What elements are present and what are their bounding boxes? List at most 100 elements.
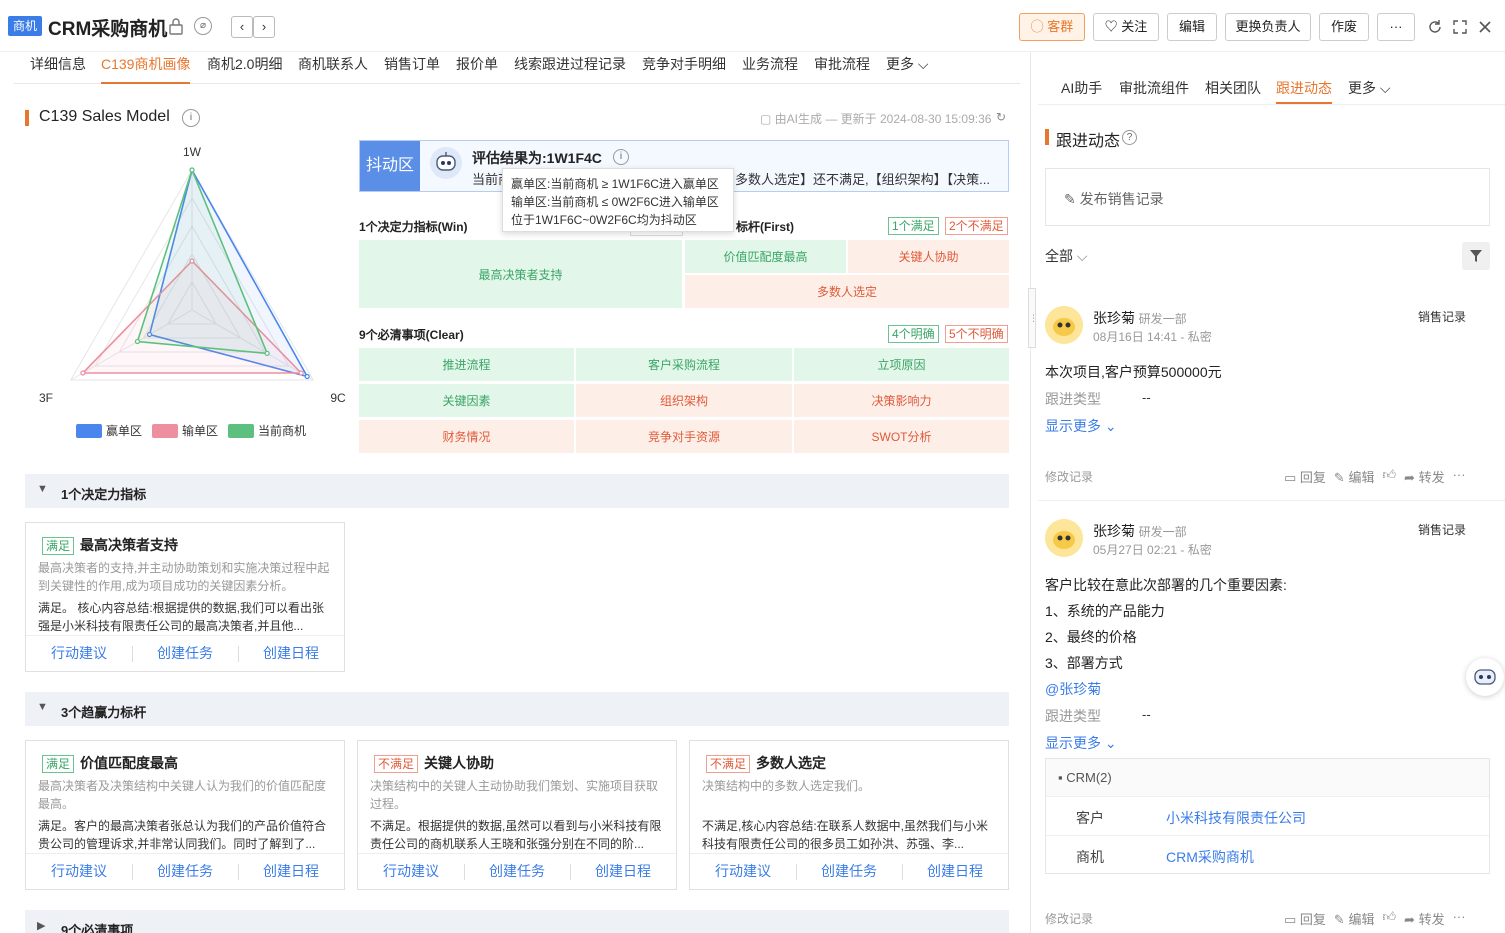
lock-icon[interactable] [168,17,184,35]
filter-icon[interactable] [1462,242,1490,270]
tab-sales-orders[interactable]: 销售订单 [384,52,440,84]
tab-business-flow[interactable]: 业务流程 [742,52,798,84]
tab-quotes[interactable]: 报价单 [456,52,498,84]
info-icon[interactable]: i [182,109,200,127]
tab-approval-flow[interactable]: 审批流程 [814,52,870,84]
clear-cell[interactable]: 立项原因 [794,348,1009,381]
section-accent [25,110,29,126]
edit-log-link[interactable]: 修改记录 [1045,468,1093,485]
first-cell[interactable]: 多数人选定 [685,275,1009,308]
ai-assistant-bubble-icon[interactable] [1466,658,1504,696]
clear-cell[interactable]: 推进流程 [359,348,574,381]
tab-lead-records[interactable]: 线索跟进过程记录 [514,52,626,84]
resize-handle[interactable]: ⋮ [1028,288,1038,348]
more-icon[interactable]: ··· [1453,909,1466,928]
field-value: -- [1142,390,1151,405]
edit-log-link[interactable]: 修改记录 [1045,910,1093,927]
reply-button[interactable]: ▭ 回复 [1284,909,1326,928]
radar-axis-label: 1W [183,145,202,159]
more-actions-button[interactable]: ··· [1377,13,1415,41]
mention-link[interactable]: @张珍菊 [1045,679,1101,699]
clear-cell[interactable]: 关键因素 [359,384,574,417]
create-task-button[interactable]: 创建任务 [132,636,238,672]
help-icon[interactable]: ? [1122,130,1137,145]
forward-button[interactable]: ➦ 转发 [1404,467,1445,486]
refresh-ai-icon[interactable]: ↻ [996,110,1006,124]
next-record-button[interactable]: › [253,16,275,38]
show-more-link[interactable]: 显示更多 ⌄ [1045,733,1117,753]
clear-cell[interactable]: 财务情况 [359,420,574,453]
create-schedule-button[interactable]: 创建日程 [902,854,1008,890]
create-schedule-button[interactable]: 创建日程 [238,854,344,890]
refresh-icon[interactable] [1427,19,1443,35]
change-owner-button[interactable]: 更换负责人 [1225,13,1311,41]
show-more-link[interactable]: 显示更多 ⌄ [1045,416,1117,436]
close-icon[interactable] [1477,19,1493,35]
tab-opportunity-detail[interactable]: 商机2.0明细 [207,52,282,84]
create-schedule-button[interactable]: 创建日程 [570,854,676,890]
more-icon[interactable]: ··· [1453,467,1466,486]
status-tag: 不满足 [374,755,419,773]
legend-swatch-win [76,423,102,438]
crm-key: 商机 [1076,849,1104,865]
comment-icon: ▭ [1284,470,1300,485]
page-title: CRM采购商机 [48,19,168,40]
create-task-button[interactable]: 创建任务 [464,854,570,890]
feed-text: 客户比较在意此次部署的几个重要因素: [1045,577,1287,593]
right-tab-team[interactable]: 相关团队 [1205,78,1261,98]
chevron-down-icon: ⌄ [1104,735,1117,751]
post-record-label: ✎ 发布销售记录 [1064,191,1164,207]
first-cell[interactable]: 关键人协助 [848,240,1009,273]
win-cell[interactable]: 最高决策者支持 [359,240,682,308]
tab-detail[interactable]: 详细信息 [30,52,86,84]
prev-record-button[interactable]: ‹ [231,16,253,38]
edit-button[interactable]: 编辑 [1167,13,1217,41]
right-tab-follow[interactable]: 跟进动态 [1276,78,1332,104]
like-icon[interactable]: 👍︎ [1382,467,1396,486]
section-win-header[interactable]: ▼ 1个决定力指标 [25,474,1009,508]
card-body: 满足。客户的最高决策者张总认为我们的产品价值符合贵公司的管理诉求,并非常认同我们… [38,819,327,851]
avatar[interactable] [1045,306,1083,344]
reply-button[interactable]: ▭ 回复 [1284,467,1326,486]
action-suggest-button[interactable]: 行动建议 [690,854,796,890]
feed-filter-select[interactable]: 全部 ⌵ [1045,246,1088,266]
post-record-box[interactable]: ✎ 发布销售记录 [1045,168,1490,226]
tag-icon[interactable]: ⌀ [194,17,212,35]
right-tab-ai[interactable]: AI助手 [1061,78,1102,98]
edit-feed-button[interactable]: ✎ 编辑 [1334,909,1375,928]
first-cell[interactable]: 价值匹配度最高 [685,240,846,273]
like-icon[interactable]: 👍︎ [1382,909,1396,928]
section-first-header[interactable]: ▼ 3个趋赢力标杆 [25,692,1009,726]
create-schedule-button[interactable]: 创建日程 [238,636,344,672]
action-suggest-button[interactable]: 行动建议 [26,636,132,672]
clear-cell[interactable]: 组织架构 [576,384,792,417]
fullscreen-icon[interactable] [1452,19,1468,35]
create-task-button[interactable]: 创建任务 [132,854,238,890]
forward-button[interactable]: ➦ 转发 [1404,909,1445,928]
crm-value-link[interactable]: CRM采购商机 [1166,847,1254,867]
create-task-button[interactable]: 创建任务 [796,854,902,890]
customer-group-button[interactable]: ◯ 客群 [1019,13,1085,41]
tab-competitors[interactable]: 竞争对手明细 [642,52,726,84]
right-tab-approval[interactable]: 审批流组件 [1119,78,1189,98]
tab-contacts[interactable]: 商机联系人 [298,52,368,84]
robot-avatar-icon [430,147,462,179]
clear-cell[interactable]: 客户采购流程 [576,348,792,381]
action-suggest-button[interactable]: 行动建议 [26,854,132,890]
edit-feed-button[interactable]: ✎ 编辑 [1334,467,1375,486]
clear-cell[interactable]: SWOT分析 [794,420,1009,453]
avatar[interactable] [1045,519,1083,557]
right-tab-more[interactable]: 更多 ⌵ [1348,78,1391,98]
tab-more[interactable]: 更多 ⌵ [886,52,929,84]
crm-value-link[interactable]: 小米科技有限责任公司 [1166,808,1306,828]
clear-cell[interactable]: 竞争对手资源 [576,420,792,453]
clear-cell[interactable]: 决策影响力 [794,384,1009,417]
first-ok-tag: 1个满足 [888,217,939,235]
chat-icon: ◯ [1030,19,1048,34]
section-clear-header[interactable]: ▶ 9个必清事项 [25,910,1009,933]
action-suggest-button[interactable]: 行动建议 [358,854,464,890]
follow-button[interactable]: ♡ 关注 [1093,13,1159,41]
void-button[interactable]: 作废 [1319,13,1369,41]
tab-c139-portrait[interactable]: C139商机画像 [101,52,191,84]
info-icon[interactable]: i [613,149,629,165]
